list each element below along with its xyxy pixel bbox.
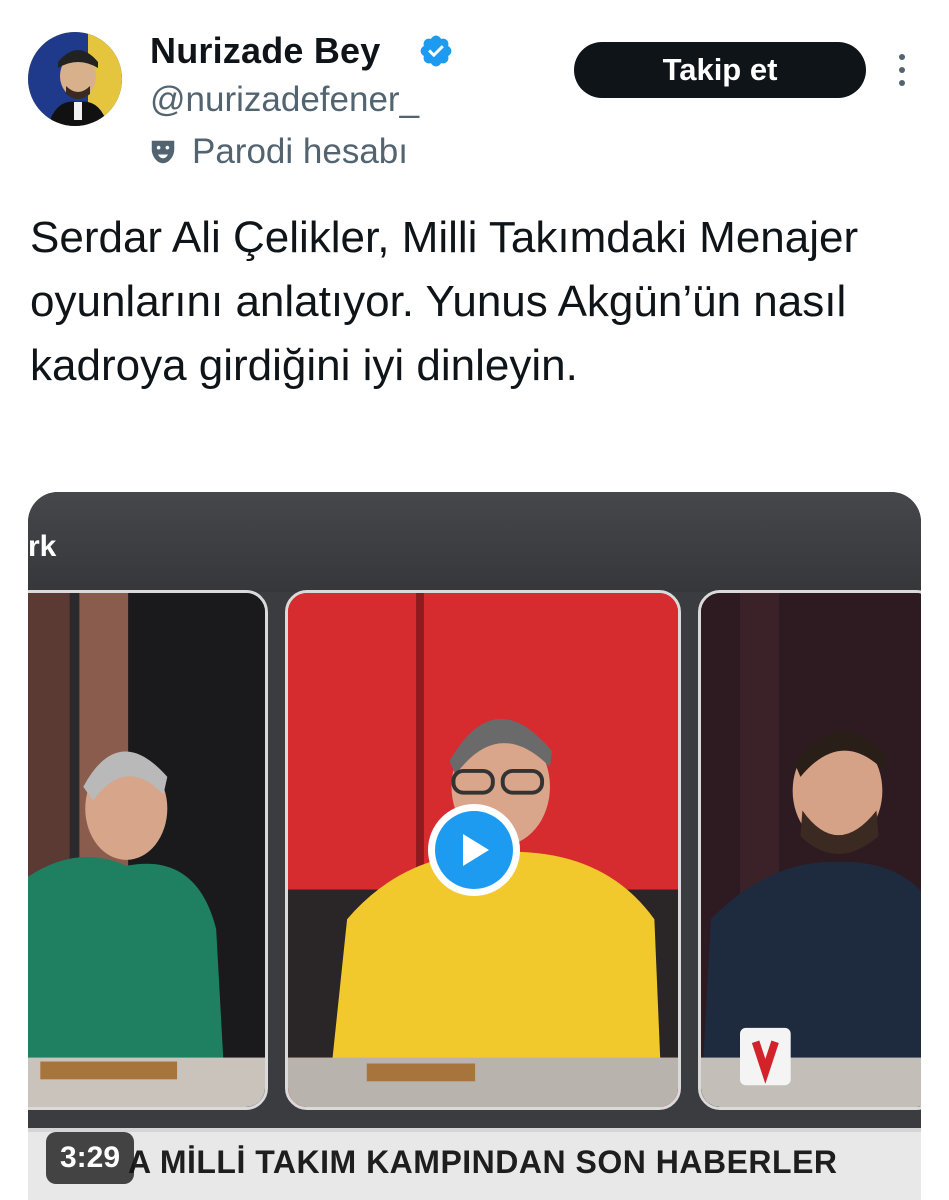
news-ticker: A MİLLİ TAKIM KAMPINDAN SON HABERLER xyxy=(28,1128,921,1200)
ticker-text: A MİLLİ TAKIM KAMPINDAN SON HABERLER xyxy=(128,1144,838,1180)
follow-button[interactable]: Takip et xyxy=(574,42,866,98)
parody-label: Parodi hesabı xyxy=(192,132,408,171)
video-player[interactable]: rk A MİLLİ TAKIM KAMPINDAN SON HABERLER … xyxy=(28,492,921,1200)
video-panel-left xyxy=(28,590,268,1110)
parody-label-row: Parodi hesabı xyxy=(148,132,408,172)
verified-badge-icon xyxy=(420,35,452,67)
more-options-icon[interactable] xyxy=(888,52,916,88)
video-duration-badge: 3:29 xyxy=(46,1132,135,1184)
play-button[interactable] xyxy=(428,804,520,896)
video-panel-right xyxy=(698,590,921,1110)
channel-logo: rk xyxy=(28,530,57,563)
avatar[interactable] xyxy=(28,32,122,126)
display-name[interactable]: Nurizade Bey xyxy=(150,30,380,72)
tweet-text: Serdar Ali Çelikler, Milli Takımdaki Men… xyxy=(30,213,859,390)
video-top-bar xyxy=(28,492,921,592)
handle[interactable]: @nurizadefener_ xyxy=(150,80,419,120)
parody-mask-icon xyxy=(151,140,175,164)
play-icon xyxy=(435,811,513,889)
